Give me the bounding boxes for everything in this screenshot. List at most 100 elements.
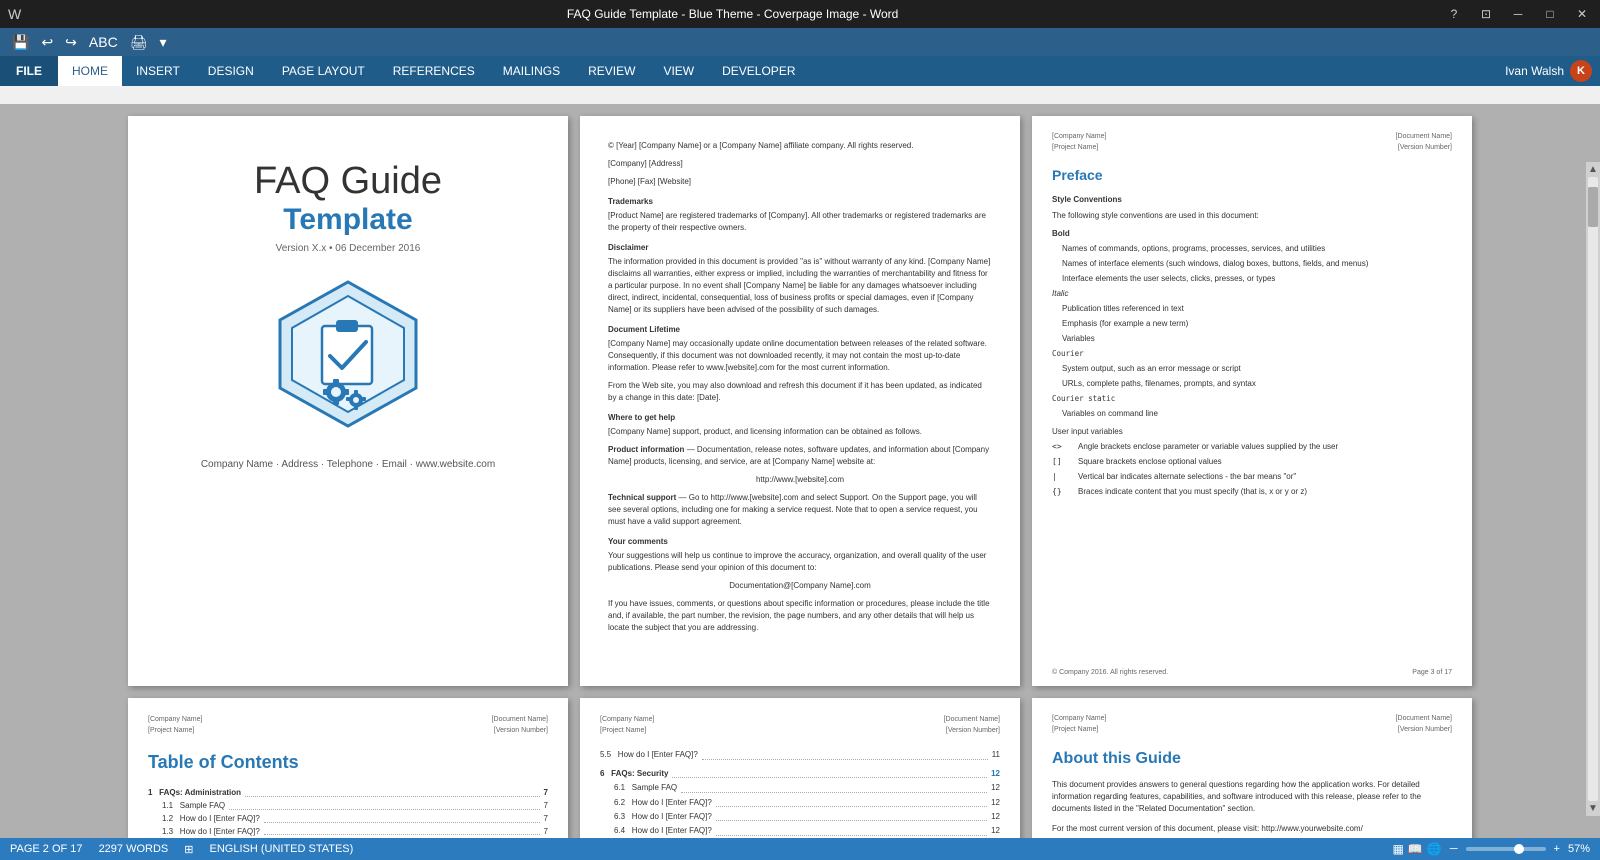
redo-button[interactable]: ↪: [61, 32, 81, 53]
style-conventions-intro: The following style conventions are used…: [1052, 210, 1452, 222]
about-text2: For the most current version of this doc…: [1052, 823, 1452, 835]
ribbon-content-area: [0, 86, 1600, 104]
doc-lifetime-text1: [Company Name] may occasionally update o…: [608, 338, 992, 374]
faq-header-project: [Project Name]: [600, 725, 654, 736]
cover-icon: [268, 274, 428, 439]
tab-insert[interactable]: INSERT: [122, 56, 194, 86]
title-bar: W FAQ Guide Template - Blue Theme - Cove…: [0, 0, 1600, 28]
pages-row-1: FAQ Guide Template Version X.x • 06 Dece…: [128, 116, 1472, 686]
close-button[interactable]: ✕: [1572, 4, 1592, 24]
help-button[interactable]: ?: [1444, 4, 1464, 24]
copyright-line3: [Phone] [Fax] [Website]: [608, 176, 992, 188]
vertical-scrollbar[interactable]: ▲ ▼: [1586, 162, 1600, 816]
symbol-angle: <> Angle brackets enclose parameter or v…: [1052, 441, 1452, 453]
scroll-up-arrow[interactable]: ▲: [1588, 164, 1598, 175]
cover-main-title: FAQ Guide: [254, 160, 442, 203]
zoom-slider[interactable]: [1466, 847, 1546, 851]
copyright-line2: [Company] [Address]: [608, 158, 992, 170]
tech-support-title: Technical support: [608, 493, 676, 502]
toc-title: Table of Contents: [148, 748, 548, 777]
preface-footer-copyright: © Company 2016. All rights reserved.: [1052, 668, 1168, 679]
cover-version: Version X.x • 06 December 2016: [276, 243, 421, 254]
save-quick-button[interactable]: 💾: [8, 32, 33, 53]
pages-container: FAQ Guide Template Version X.x • 06 Dece…: [0, 104, 1600, 838]
word-count: 2297 WORDS: [99, 843, 169, 855]
hex-icon-svg: [268, 274, 428, 434]
maximize-button[interactable]: □: [1540, 4, 1560, 24]
quick-access-dropdown[interactable]: ▾: [155, 32, 170, 53]
style-italic-1-desc: Publication titles referenced in text: [1062, 303, 1452, 315]
symbol-braces: {} Braces indicate content that you must…: [1052, 486, 1452, 498]
document-area: FAQ Guide Template Version X.x • 06 Dece…: [0, 104, 1600, 838]
comments-text1: Your suggestions will help us continue t…: [608, 550, 992, 574]
trademarks-text: [Product Name] are registered trademarks…: [608, 210, 992, 234]
about-header-company: [Company Name]: [1052, 714, 1106, 725]
style-user-input: User input variables: [1052, 426, 1452, 438]
style-courier-static: Courier static: [1052, 393, 1452, 405]
tab-page-layout[interactable]: PAGE LAYOUT: [268, 56, 379, 86]
preface-title: Preface: [1052, 165, 1452, 186]
style-courier: Courier: [1052, 348, 1452, 360]
faq-header: [Company Name] [Project Name] [Document …: [600, 714, 1000, 736]
tab-view[interactable]: VIEW: [649, 56, 708, 86]
spelling-button[interactable]: ABC: [85, 32, 122, 52]
style-bold-1: Bold: [1052, 228, 1452, 240]
preface-footer-page: Page 3 of 17: [1412, 668, 1452, 679]
zoom-thumb: [1514, 844, 1524, 854]
toc-header-project: [Project Name]: [148, 725, 202, 736]
about-title: About this Guide: [1052, 747, 1452, 771]
user-name: Ivan Walsh: [1505, 64, 1564, 78]
about-header: [Company Name] [Project Name] [Document …: [1052, 714, 1452, 735]
print-button[interactable]: 🖨: [126, 32, 152, 53]
title-bar-icons: W: [8, 6, 21, 22]
tab-design[interactable]: DESIGN: [194, 56, 268, 86]
read-mode-icon[interactable]: 📖: [1408, 842, 1423, 856]
ribbon: FILE HOME INSERT DESIGN PAGE LAYOUT REFE…: [0, 56, 1600, 104]
undo-button[interactable]: ↩: [37, 32, 57, 53]
comments-title: Your comments: [608, 536, 992, 548]
tab-review[interactable]: REVIEW: [574, 56, 649, 86]
comments-text2: If you have issues, comments, or questio…: [608, 598, 992, 634]
style-courier-static-desc: Variables on command line: [1062, 408, 1452, 420]
restore-button[interactable]: ⊡: [1476, 4, 1496, 24]
trademarks-title: Trademarks: [608, 196, 992, 208]
tab-file[interactable]: FILE: [0, 56, 58, 86]
doc-lifetime-title: Document Lifetime: [608, 324, 992, 336]
style-courier-1-desc: System output, such as an error message …: [1062, 363, 1452, 375]
language-info: ENGLISH (UNITED STATES): [209, 843, 353, 855]
print-layout-icon[interactable]: ▦: [1392, 842, 1403, 856]
document-title: FAQ Guide Template - Blue Theme - Coverp…: [21, 7, 1444, 21]
about-page: [Company Name] [Project Name] [Document …: [1032, 698, 1472, 838]
about-header-version: [Version Number]: [1396, 725, 1452, 736]
toc-header-doc: [Document Name]: [492, 714, 548, 725]
faq-header-company: [Company Name]: [600, 714, 654, 725]
scroll-thumb[interactable]: [1588, 187, 1598, 227]
status-bar: PAGE 2 OF 17 2297 WORDS ⊞ ENGLISH (UNITE…: [0, 838, 1600, 860]
faq-header-doc: [Document Name]: [944, 714, 1000, 725]
tab-home[interactable]: HOME: [58, 56, 122, 86]
style-bold-3-desc: Interface elements the user selects, cli…: [1062, 273, 1452, 285]
doc-lifetime-text2: From the Web site, you may also download…: [608, 380, 992, 404]
disclaimer-text: The information provided in this documen…: [608, 256, 992, 316]
window-controls[interactable]: ? ⊡ ─ □ ✕: [1444, 4, 1592, 24]
tab-developer[interactable]: DEVELOPER: [708, 56, 809, 86]
preface-header-version: [Version Number]: [1396, 143, 1452, 154]
about-text1: This document provides answers to genera…: [1052, 779, 1452, 815]
preface-footer: © Company 2016. All rights reserved. Pag…: [1052, 668, 1452, 679]
help-title: Where to get help: [608, 412, 992, 424]
tab-references[interactable]: REFERENCES: [379, 56, 489, 86]
scroll-down-arrow[interactable]: ▼: [1588, 803, 1598, 814]
copyright-page: © [Year] [Company Name] or a [Company Na…: [580, 116, 1020, 686]
preface-page: [Company Name] [Project Name] [Document …: [1032, 116, 1472, 686]
zoom-in-icon[interactable]: +: [1554, 843, 1560, 855]
cover-page: FAQ Guide Template Version X.x • 06 Dece…: [128, 116, 568, 686]
style-bold-2-desc: Names of interface elements (such window…: [1062, 258, 1452, 270]
style-courier-2-desc: URLs, complete paths, filenames, prompts…: [1062, 378, 1452, 390]
tab-mailings[interactable]: MAILINGS: [489, 56, 574, 86]
zoom-out-icon[interactable]: ─: [1450, 843, 1458, 855]
scroll-track[interactable]: [1588, 177, 1598, 801]
web-layout-icon[interactable]: 🌐: [1427, 842, 1442, 856]
cover-sub-title: Template: [283, 203, 412, 237]
style-italic-2-desc: Emphasis (for example a new term): [1062, 318, 1452, 330]
minimize-button[interactable]: ─: [1508, 4, 1528, 24]
